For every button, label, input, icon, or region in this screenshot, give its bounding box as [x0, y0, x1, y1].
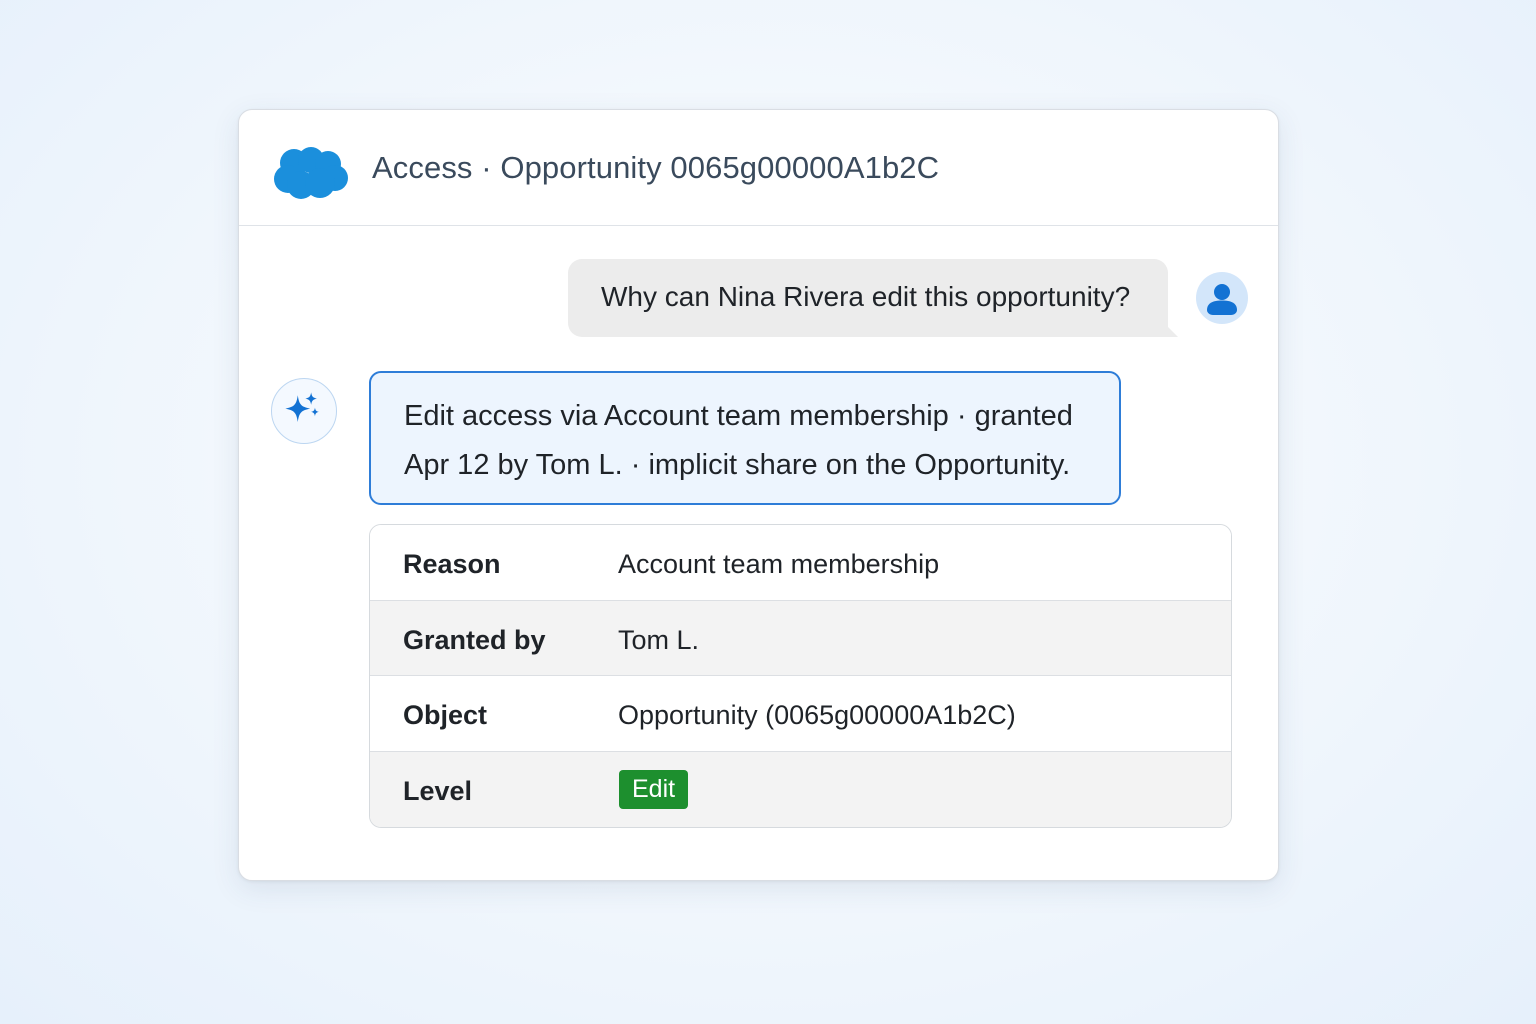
access-level-badge: Edit — [619, 770, 689, 809]
row-value-reason: Account team membership — [618, 549, 940, 579]
row-label-reason: Reason — [403, 549, 501, 579]
sparkle-icon — [285, 392, 319, 422]
assistant-message-bubble: Edit access via Account team membership … — [369, 371, 1121, 505]
row-value-granted-by: Tom L. — [618, 625, 700, 655]
user-message-bubble: Why can Nina Rivera edit this opportunit… — [568, 259, 1178, 337]
access-panel: Access · Opportunity 0065g00000A1b2C Why… — [238, 109, 1279, 881]
page-title: Access · Opportunity 0065g00000A1b2C — [372, 150, 940, 185]
access-details-table: Reason Account team membership Granted b… — [369, 524, 1232, 828]
row-label-level: Level — [403, 776, 473, 806]
assistant-avatar — [271, 378, 337, 444]
table-row: Granted by Tom L. — [370, 600, 1231, 675]
user-avatar — [1196, 272, 1248, 324]
panel-header: Access · Opportunity 0065g00000A1b2C — [239, 110, 1278, 226]
table-row: Reason Account team membership — [370, 525, 1231, 600]
table-row: Object Opportunity (0065g00000A1b2C) — [370, 675, 1231, 750]
row-label-object: Object — [403, 700, 488, 730]
user-message-text: Why can Nina Rivera edit this opportunit… — [601, 281, 1131, 312]
salesforce-cloud-icon — [274, 147, 348, 199]
user-icon — [1207, 284, 1237, 315]
table-row: Level Edit — [370, 751, 1231, 827]
assistant-message-line: Edit access via Account team membership … — [404, 400, 1073, 432]
row-label-granted-by: Granted by — [403, 625, 546, 655]
row-value-object: Opportunity (0065g00000A1b2C) — [618, 700, 1016, 730]
assistant-message-line: Apr 12 by Tom L. · implicit share on the… — [404, 449, 1071, 481]
